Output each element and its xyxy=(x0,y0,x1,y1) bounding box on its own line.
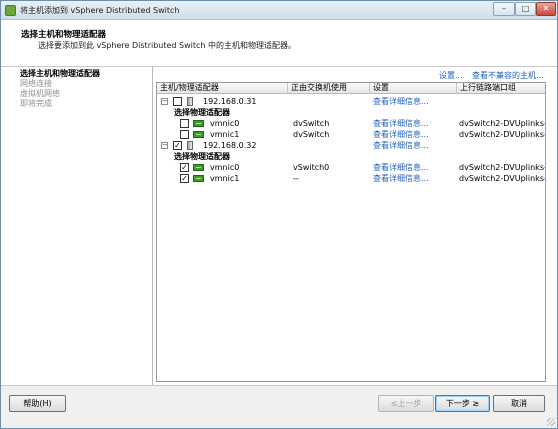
cancel-button[interactable]: 取消 xyxy=(493,395,545,412)
nic-used-by: dvSwitch xyxy=(293,119,330,128)
help-button[interactable]: 帮助(H) xyxy=(9,395,66,412)
nic-name: vmnic0 xyxy=(210,119,240,128)
wizard-content: 选择主机和物理适配器 网络连接 虚拟机网络 即将完成 设置... 查看不兼容的主… xyxy=(1,67,557,385)
network-adapter-icon xyxy=(193,175,204,182)
nic-uplink[interactable]: dvSwitch2-DVUplinks-42 xyxy=(459,162,545,173)
next-button[interactable]: 下一步 ≥ xyxy=(435,395,490,412)
page-title: 选择主机和物理适配器 xyxy=(21,30,107,40)
page-subtitle: 选择要添加到此 vSphere Distributed Switch 中的主机和… xyxy=(38,41,297,50)
step-vm-networking: 虚拟机网络 xyxy=(20,89,60,98)
pane-divider[interactable] xyxy=(152,67,153,385)
nic-uplink[interactable]: dvSwitch2-DVUplinks-42 xyxy=(459,173,545,184)
table-row: 选择物理适配器 xyxy=(157,151,545,162)
table-row: 选择物理适配器 xyxy=(157,107,545,118)
column-uplink-portgroup[interactable]: 上行链路端口组 xyxy=(457,83,545,94)
wizard-header: 选择主机和物理适配器 选择要添加到此 vSphere Distributed S… xyxy=(1,20,557,67)
column-host-adapter[interactable]: 主机/物理适配器 xyxy=(157,83,288,94)
host-server-icon xyxy=(187,97,193,106)
nic-used-by: vSwitch0 xyxy=(293,163,330,172)
maximize-button[interactable]: □ xyxy=(515,2,536,16)
title-bar[interactable]: 将主机添加到 vSphere Distributed Switch – □ ✕ xyxy=(1,1,557,20)
vsphere-app-icon xyxy=(5,5,16,16)
host-checkbox[interactable]: ✓ xyxy=(173,141,182,150)
host-settings-link[interactable]: 查看详细信息... xyxy=(373,140,429,151)
column-settings[interactable]: 设置 xyxy=(370,83,457,94)
wizard-steps: 选择主机和物理适配器 网络连接 虚拟机网络 即将完成 xyxy=(8,69,150,381)
close-button[interactable]: ✕ xyxy=(536,2,556,16)
nic-settings-link[interactable]: 查看详细信息... xyxy=(373,118,429,129)
table-row[interactable]: vmnic0 dvSwitch 查看详细信息... dvSwitch2-DVUp… xyxy=(157,118,545,129)
table-row[interactable]: ✓ vmnic1 -- 查看详细信息... dvSwitch2-DVUplink… xyxy=(157,173,545,184)
nic-used-by: -- xyxy=(293,174,299,183)
back-button[interactable]: ≤上一步 xyxy=(378,395,434,412)
nic-checkbox[interactable] xyxy=(180,119,189,128)
resize-grip[interactable] xyxy=(547,418,555,426)
step-ready-to-complete: 即将完成 xyxy=(20,99,52,108)
nic-settings-link[interactable]: 查看详细信息... xyxy=(373,129,429,140)
nic-settings-link[interactable]: 查看详细信息... xyxy=(373,162,429,173)
wizard-footer: 帮助(H) ≤上一步 下一步 ≥ 取消 xyxy=(1,385,557,428)
nic-settings-link[interactable]: 查看详细信息... xyxy=(373,173,429,184)
nic-checkbox[interactable]: ✓ xyxy=(180,163,189,172)
column-in-use-by[interactable]: 正由交换机使用 xyxy=(288,83,370,94)
nic-used-by: dvSwitch xyxy=(293,130,330,139)
incompatible-hosts-link[interactable]: 查看不兼容的主机... xyxy=(472,70,544,81)
minimize-button[interactable]: – xyxy=(493,2,515,16)
nic-checkbox[interactable]: ✓ xyxy=(180,174,189,183)
nic-name: vmnic1 xyxy=(210,174,240,183)
host-name: 192.168.0.32 xyxy=(203,141,257,150)
table-row[interactable]: − 192.168.0.31 查看详细信息... xyxy=(157,96,545,107)
collapse-icon[interactable]: − xyxy=(161,142,168,149)
adapter-group-label: 选择物理适配器 xyxy=(174,108,230,117)
grid-links: 设置... 查看不兼容的主机... xyxy=(156,70,556,82)
host-settings-link[interactable]: 查看详细信息... xyxy=(373,96,429,107)
collapse-icon[interactable]: − xyxy=(161,98,168,105)
settings-link[interactable]: 设置... xyxy=(439,70,463,81)
network-adapter-icon xyxy=(193,164,204,171)
step-network-connectivity: 网络连接 xyxy=(20,79,52,88)
nic-checkbox[interactable] xyxy=(180,130,189,139)
host-adapter-grid: 主机/物理适配器 正由交换机使用 设置 上行链路端口组 − 192.168.0.… xyxy=(156,82,546,382)
table-row[interactable]: vmnic1 dvSwitch 查看详细信息... dvSwitch2-DVUp… xyxy=(157,129,545,140)
nic-name: vmnic1 xyxy=(210,130,240,139)
host-server-icon xyxy=(187,141,193,150)
window-title: 将主机添加到 vSphere Distributed Switch xyxy=(20,6,180,15)
nic-uplink[interactable]: dvSwitch2-DVUplinks-42 xyxy=(459,129,545,140)
table-row[interactable]: ✓ vmnic0 vSwitch0 查看详细信息... dvSwitch2-DV… xyxy=(157,162,545,173)
adapter-group-label: 选择物理适配器 xyxy=(174,152,230,161)
host-name: 192.168.0.31 xyxy=(203,97,257,106)
network-adapter-icon xyxy=(193,131,204,138)
nic-name: vmnic0 xyxy=(210,163,240,172)
nic-uplink[interactable]: dvSwitch2-DVUplinks-42 xyxy=(459,118,545,129)
add-host-dialog: 将主机添加到 vSphere Distributed Switch – □ ✕ … xyxy=(0,0,558,429)
host-checkbox[interactable] xyxy=(173,97,182,106)
grid-header: 主机/物理适配器 正由交换机使用 设置 上行链路端口组 xyxy=(157,83,545,94)
table-row[interactable]: − ✓ 192.168.0.32 查看详细信息... xyxy=(157,140,545,151)
network-adapter-icon xyxy=(193,120,204,127)
step-select-hosts[interactable]: 选择主机和物理适配器 xyxy=(8,69,150,79)
